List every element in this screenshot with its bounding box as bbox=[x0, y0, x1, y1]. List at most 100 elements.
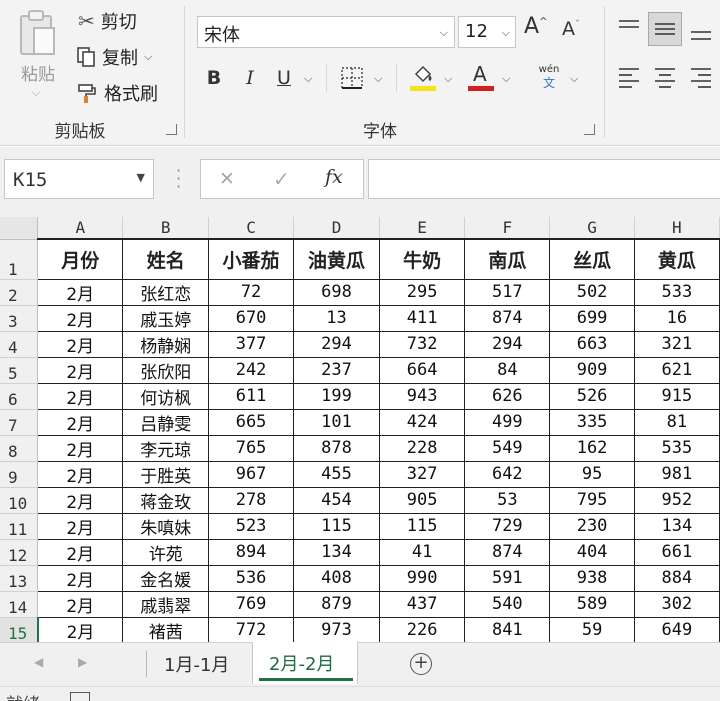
header-cell[interactable]: 牛奶 bbox=[378, 238, 466, 280]
table-cell[interactable]: 115 bbox=[378, 512, 466, 540]
table-cell[interactable]: 841 bbox=[464, 616, 551, 642]
table-cell[interactable]: 2月 bbox=[37, 278, 124, 306]
shrink-font-button[interactable]: Aˇ bbox=[562, 18, 580, 40]
table-cell[interactable]: 626 bbox=[464, 382, 551, 410]
header-cell[interactable]: 南瓜 bbox=[464, 238, 551, 280]
sheet-tab-2-active[interactable]: 2月-2月 bbox=[252, 642, 358, 684]
table-cell[interactable]: 蒋金玫 bbox=[122, 486, 210, 514]
cancel-button[interactable]: ✕ bbox=[219, 168, 235, 190]
font-size-box[interactable]: 12 ⌵ bbox=[458, 16, 516, 48]
table-cell[interactable]: 2月 bbox=[37, 304, 124, 332]
font-color-button[interactable]: A bbox=[468, 62, 494, 92]
table-cell[interactable]: 661 bbox=[633, 538, 720, 566]
clipboard-dialog-launcher-icon[interactable] bbox=[166, 124, 177, 135]
table-cell[interactable]: 13 bbox=[293, 304, 380, 332]
scroll-tabs-right-icon[interactable]: ▶ bbox=[78, 655, 87, 669]
format-painter-button[interactable]: 格式刷 bbox=[76, 80, 158, 106]
table-cell[interactable]: 张欣阳 bbox=[122, 356, 210, 384]
table-cell[interactable]: 905 bbox=[378, 486, 466, 514]
align-middle-button[interactable] bbox=[648, 12, 682, 46]
table-cell[interactable]: 115 bbox=[293, 512, 380, 540]
header-cell[interactable]: 丝瓜 bbox=[549, 238, 635, 280]
table-cell[interactable]: 517 bbox=[464, 278, 551, 306]
column-header-b[interactable]: B bbox=[122, 217, 210, 240]
column-header-h[interactable]: H bbox=[634, 217, 720, 240]
macro-record-icon[interactable] bbox=[70, 692, 90, 701]
table-cell[interactable]: 589 bbox=[549, 590, 635, 618]
column-header-g[interactable]: G bbox=[549, 217, 635, 240]
table-cell[interactable]: 729 bbox=[464, 512, 551, 540]
cut-button[interactable]: ✂ 剪切 bbox=[78, 8, 137, 34]
table-cell[interactable]: 2月 bbox=[37, 434, 124, 462]
bold-button[interactable]: B bbox=[202, 64, 226, 92]
row-header[interactable]: 3 bbox=[0, 305, 39, 332]
table-cell[interactable]: 于胜英 bbox=[122, 460, 210, 488]
table-cell[interactable]: 642 bbox=[464, 460, 551, 488]
column-header-d[interactable]: D bbox=[293, 217, 380, 240]
table-cell[interactable]: 549 bbox=[464, 434, 551, 462]
table-cell[interactable]: 72 bbox=[208, 278, 295, 306]
table-cell[interactable]: 967 bbox=[208, 460, 295, 488]
column-header-a[interactable]: A bbox=[37, 217, 124, 240]
table-cell[interactable]: 295 bbox=[378, 278, 466, 306]
row-header[interactable]: 11 bbox=[0, 513, 39, 540]
row-header[interactable]: 5 bbox=[0, 357, 39, 384]
table-cell[interactable]: 535 bbox=[633, 434, 720, 462]
table-cell[interactable]: 2月 bbox=[37, 564, 124, 592]
table-cell[interactable]: 戚翡翠 bbox=[122, 590, 210, 618]
copy-dropdown-icon[interactable]: ⌵ bbox=[144, 50, 152, 64]
italic-button[interactable]: I bbox=[238, 64, 262, 92]
table-cell[interactable]: 699 bbox=[549, 304, 635, 332]
font-color-dropdown-icon[interactable]: ⌵ bbox=[502, 72, 510, 86]
table-cell[interactable]: 670 bbox=[208, 304, 295, 332]
table-cell[interactable]: 朱嗔妹 bbox=[122, 512, 210, 540]
insert-function-button[interactable]: fx bbox=[325, 166, 343, 188]
table-cell[interactable]: 2月 bbox=[37, 616, 124, 642]
table-cell[interactable]: 294 bbox=[293, 330, 380, 358]
table-cell[interactable]: 523 bbox=[208, 512, 295, 540]
column-header-e[interactable]: E bbox=[379, 217, 466, 240]
table-cell[interactable]: 663 bbox=[549, 330, 635, 358]
table-cell[interactable]: 134 bbox=[633, 512, 720, 540]
font-dialog-launcher-icon[interactable] bbox=[584, 124, 595, 135]
table-cell[interactable]: 何访枫 bbox=[122, 382, 210, 410]
row-header[interactable]: 4 bbox=[0, 331, 39, 358]
table-cell[interactable]: 294 bbox=[464, 330, 551, 358]
grow-font-button[interactable]: A^ bbox=[524, 14, 547, 39]
table-cell[interactable]: 金名媛 bbox=[122, 564, 210, 592]
table-cell[interactable]: 795 bbox=[549, 486, 635, 514]
table-cell[interactable]: 621 bbox=[633, 356, 720, 384]
table-cell[interactable]: 408 bbox=[293, 564, 380, 592]
table-cell[interactable]: 2月 bbox=[37, 356, 124, 384]
table-cell[interactable]: 53 bbox=[464, 486, 551, 514]
enter-button[interactable]: ✓ bbox=[273, 167, 290, 191]
row-header[interactable]: 15 bbox=[0, 617, 39, 642]
table-cell[interactable]: 874 bbox=[464, 538, 551, 566]
fill-color-button[interactable] bbox=[410, 64, 436, 92]
table-cell[interactable]: 938 bbox=[549, 564, 635, 592]
table-cell[interactable]: 2月 bbox=[37, 330, 124, 358]
row-header[interactable]: 13 bbox=[0, 565, 39, 592]
table-cell[interactable]: 649 bbox=[633, 616, 720, 642]
table-cell[interactable]: 101 bbox=[293, 408, 380, 436]
borders-icon[interactable] bbox=[340, 66, 364, 90]
font-name-dropdown-icon[interactable]: ⌵ bbox=[440, 26, 448, 40]
table-cell[interactable]: 772 bbox=[208, 616, 295, 642]
table-cell[interactable]: 321 bbox=[633, 330, 720, 358]
header-cell[interactable]: 黄瓜 bbox=[633, 238, 720, 280]
align-center-icon[interactable] bbox=[654, 66, 676, 88]
table-cell[interactable]: 981 bbox=[633, 460, 720, 488]
table-cell[interactable]: 302 bbox=[633, 590, 720, 618]
header-cell[interactable]: 月份 bbox=[37, 238, 124, 280]
table-cell[interactable]: 2月 bbox=[37, 512, 124, 540]
align-left-icon[interactable] bbox=[618, 66, 640, 88]
borders-dropdown-icon[interactable]: ⌵ bbox=[374, 72, 382, 86]
table-cell[interactable]: 吕静雯 bbox=[122, 408, 210, 436]
table-cell[interactable]: 454 bbox=[293, 486, 380, 514]
table-cell[interactable]: 943 bbox=[378, 382, 466, 410]
table-cell[interactable]: 874 bbox=[464, 304, 551, 332]
table-cell[interactable]: 335 bbox=[549, 408, 635, 436]
header-cell[interactable]: 油黄瓜 bbox=[293, 238, 380, 280]
table-cell[interactable]: 698 bbox=[293, 278, 380, 306]
column-header-f[interactable]: F bbox=[464, 217, 551, 240]
